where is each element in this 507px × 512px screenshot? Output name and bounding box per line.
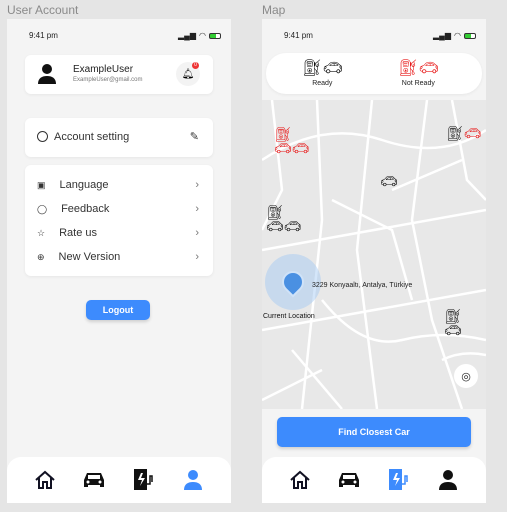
- menu-item-feedback[interactable]: ◯ Feedback ›: [37, 203, 199, 215]
- username: ExampleUser: [73, 64, 134, 75]
- menu-item-rate-us[interactable]: ☆ Rate us ›: [37, 227, 199, 239]
- account-setting-card[interactable]: Account setting ✎: [25, 118, 213, 157]
- station-not-ready-marker[interactable]: ⛽︎ 🚗︎🚗︎: [274, 127, 310, 155]
- menu-card: ▣ Language › ◯ Feedback › ☆ Rate us › ⊕ New Ver…: [25, 165, 213, 276]
- user-circle-icon: [37, 131, 48, 142]
- status-bar: 9:41 pm ▂▄▆ ◠: [284, 31, 476, 40]
- id-card-icon: ▣: [37, 179, 46, 190]
- frame-title-user-account: User Account: [7, 3, 79, 17]
- nav-home-icon[interactable]: [34, 470, 56, 490]
- user-avatar-icon: [38, 64, 56, 84]
- legend-not-ready: ⛽︎🚗︎ Not Ready: [398, 58, 439, 87]
- user-email: ExampleUser@gmail.com: [73, 77, 143, 83]
- nav-profile-icon[interactable]: [437, 469, 459, 491]
- battery-icon: [209, 32, 221, 39]
- bottom-nav: [7, 457, 231, 503]
- battery-icon: [464, 32, 476, 39]
- current-location-label: Current Location: [263, 313, 315, 320]
- chevron-right-icon: ›: [195, 227, 199, 239]
- bottom-nav: [262, 457, 486, 503]
- find-closest-car-button[interactable]: Find Closest Car: [277, 417, 471, 447]
- signal-icon: ▂▄▆: [178, 31, 197, 40]
- nav-profile-icon[interactable]: [182, 469, 204, 491]
- legend-pill: ⛽︎🚗︎ Ready ⛽︎🚗︎ Not Ready: [266, 53, 482, 94]
- star-icon: ☆: [37, 227, 46, 238]
- legend-ready-label: Ready: [312, 80, 333, 87]
- menu-item-new-version[interactable]: ⊕ New Version ›: [37, 251, 199, 263]
- recenter-button[interactable]: ◎: [454, 364, 478, 388]
- logout-button[interactable]: Logout: [86, 300, 150, 320]
- location-pin-icon: [277, 266, 309, 298]
- signal-icon: ▂▄▆: [433, 31, 452, 40]
- notification-button[interactable]: 🔔︎ 0: [176, 62, 200, 86]
- nav-car-icon[interactable]: [82, 471, 106, 489]
- frame-title-map: Map: [262, 3, 286, 17]
- edit-icon[interactable]: ✎: [190, 130, 199, 143]
- user-card: ExampleUser ExampleUser@gmail.com 🔔︎ 0: [25, 55, 213, 94]
- status-time: 9:41 pm: [29, 31, 58, 40]
- chevron-right-icon: ›: [195, 203, 199, 215]
- menu-item-language[interactable]: ▣ Language ›: [37, 179, 199, 191]
- crosshair-icon: ◎: [461, 370, 471, 383]
- car-marker[interactable]: 🚗︎: [380, 173, 398, 190]
- station-mixed-marker[interactable]: ⛽︎🚗︎: [446, 125, 482, 142]
- ready-charger-car-icon: ⛽︎🚗︎: [302, 60, 343, 77]
- account-setting-label: Account setting: [54, 130, 130, 143]
- status-time: 9:41 pm: [284, 31, 313, 40]
- wifi-icon: ◠: [454, 31, 461, 40]
- arrow-up-circle-icon: ⊕: [37, 251, 45, 262]
- status-bar: 9:41 pm ▂▄▆ ◠: [29, 31, 221, 40]
- nav-car-icon[interactable]: [337, 471, 361, 489]
- user-account-screen: 9:41 pm ▂▄▆ ◠ ExampleUser ExampleUser@gma…: [7, 19, 231, 503]
- chat-icon: ◯: [37, 203, 48, 214]
- nav-charging-icon[interactable]: [387, 468, 411, 492]
- not-ready-charger-car-icon: ⛽︎🚗︎: [398, 60, 439, 77]
- wifi-icon: ◠: [199, 31, 206, 40]
- chevron-right-icon: ›: [195, 179, 199, 191]
- address-label: 3229 Konyaaltı, Antalya, Türkiye: [312, 282, 413, 289]
- nav-charging-icon[interactable]: [132, 468, 156, 492]
- nav-home-icon[interactable]: [289, 470, 311, 490]
- chevron-right-icon: ›: [195, 251, 199, 263]
- map-screen: 9:41 pm ▂▄▆ ◠ ⛽︎🚗︎ Ready ⛽︎🚗︎ Not Ready ⛽…: [262, 19, 486, 503]
- legend-ready: ⛽︎🚗︎ Ready: [302, 58, 343, 87]
- notification-badge: 0: [192, 62, 199, 69]
- station-ready-marker[interactable]: ⛽︎ 🚗︎: [444, 309, 462, 337]
- legend-not-ready-label: Not Ready: [401, 80, 435, 87]
- station-ready-marker[interactable]: ⛽︎ 🚗︎🚗︎: [266, 205, 302, 233]
- bell-icon: 🔔︎: [181, 68, 195, 80]
